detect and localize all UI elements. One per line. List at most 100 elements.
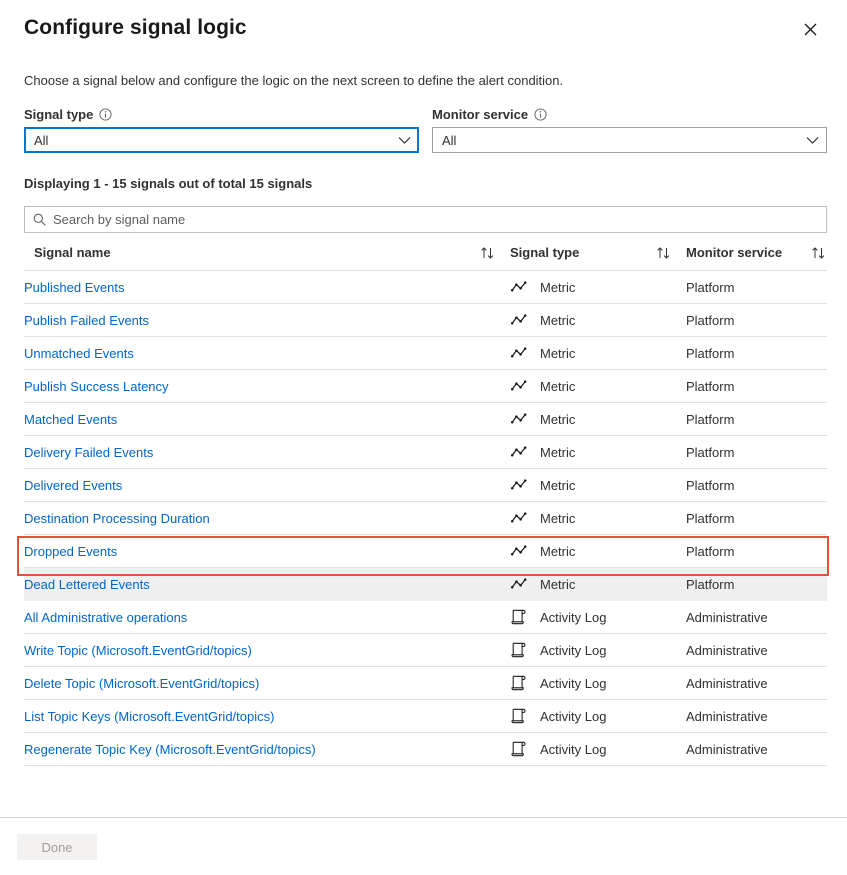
search-box[interactable] [24, 206, 827, 233]
info-icon[interactable] [534, 108, 547, 121]
cell-signal-name: Publish Success Latency [24, 370, 510, 403]
cell-monitor-service: Platform [686, 535, 827, 568]
cell-signal-name: Delivery Failed Events [24, 436, 510, 469]
table-row[interactable]: Delete Topic (Microsoft.EventGrid/topics… [24, 667, 827, 700]
cell-signal-type: Activity Log [510, 733, 686, 766]
cell-monitor-service: Platform [686, 502, 827, 535]
cell-signal-type: Metric [510, 535, 686, 568]
signal-name-link[interactable]: Dead Lettered Events [24, 577, 150, 592]
metric-chart-icon [510, 278, 528, 296]
cell-monitor-service: Administrative [686, 634, 827, 667]
signal-name-link[interactable]: Matched Events [24, 412, 117, 427]
monitor-service-dropdown[interactable]: All [432, 127, 827, 153]
close-button[interactable] [795, 16, 825, 46]
sort-arrows-icon[interactable] [656, 247, 686, 259]
signal-type-text: Activity Log [540, 709, 606, 724]
info-icon[interactable] [99, 108, 112, 121]
signal-name-link[interactable]: Unmatched Events [24, 346, 134, 361]
monitor-service-text: Platform [686, 346, 734, 361]
cell-signal-type: Metric [510, 568, 686, 601]
monitor-service-text: Administrative [686, 643, 768, 658]
signal-name-link[interactable]: Write Topic (Microsoft.EventGrid/topics) [24, 643, 252, 658]
monitor-service-text: Administrative [686, 676, 768, 691]
chevron-down-icon [398, 136, 411, 145]
cell-signal-type: Metric [510, 337, 686, 370]
search-input[interactable] [53, 207, 818, 232]
table-row[interactable]: Regenerate Topic Key (Microsoft.EventGri… [24, 733, 827, 766]
table-row[interactable]: Published EventsMetricPlatform [24, 271, 827, 304]
signal-type-text: Activity Log [540, 610, 606, 625]
metric-chart-icon [510, 377, 528, 395]
signal-type-text: Activity Log [540, 676, 606, 691]
metric-chart-icon [510, 344, 528, 362]
signal-type-dropdown[interactable]: All [24, 127, 419, 153]
column-label: Signal name [34, 245, 111, 260]
signal-name-link[interactable]: Destination Processing Duration [24, 511, 210, 526]
blade-header: Configure signal logic [0, 0, 847, 46]
table-row[interactable]: All Administrative operations Activity Lo… [24, 601, 827, 634]
signal-type-text: Metric [540, 511, 575, 526]
cell-signal-name: Publish Failed Events [24, 304, 510, 337]
chevron-down-icon [806, 136, 819, 145]
signals-table: Signal name Signal type [24, 241, 827, 766]
cell-signal-name: Dropped Events [24, 535, 510, 568]
signal-type-text: Metric [540, 445, 575, 460]
sort-arrows-icon[interactable] [480, 247, 510, 259]
cell-monitor-service: Platform [686, 337, 827, 370]
cell-signal-type: Activity Log [510, 700, 686, 733]
table-row[interactable]: Publish Failed Events Metric Platform [24, 304, 827, 337]
signal-type-value: All [34, 133, 48, 148]
signal-name-link[interactable]: Delivered Events [24, 478, 122, 493]
cell-signal-type: Metric [510, 403, 686, 436]
cell-monitor-service: Platform [686, 304, 827, 337]
metric-chart-icon [510, 311, 528, 329]
table-row[interactable]: Destination Processing Duration Metric Pla… [24, 502, 827, 535]
table-row[interactable]: List Topic Keys (Microsoft.EventGrid/top… [24, 700, 827, 733]
signal-name-link[interactable]: Publish Failed Events [24, 313, 149, 328]
table-row[interactable]: Publish Success LatencyMetricPlatform [24, 370, 827, 403]
cell-signal-type: Activity Log [510, 601, 686, 634]
table-row[interactable]: Write Topic (Microsoft.EventGrid/topics)… [24, 634, 827, 667]
cell-signal-name: Dead Lettered Events [24, 568, 510, 601]
column-header-monitor-service: Monitor service [686, 241, 827, 271]
signal-type-text: Metric [540, 544, 575, 559]
signal-name-link[interactable]: All Administrative operations [24, 610, 187, 625]
table-row[interactable]: Delivered EventsMetricPlatform [24, 469, 827, 502]
monitor-service-text: Administrative [686, 709, 768, 724]
table-row[interactable]: Dropped Events Metric Platform [24, 535, 827, 568]
signal-name-link[interactable]: Publish Success Latency [24, 379, 169, 394]
signal-type-text: Metric [540, 280, 575, 295]
column-header-signal-type: Signal type [510, 241, 686, 271]
signal-type-label-row: Signal type [24, 106, 419, 123]
monitor-service-text: Platform [686, 412, 734, 427]
signal-name-link[interactable]: Regenerate Topic Key (Microsoft.EventGri… [24, 742, 316, 757]
signal-type-text: Metric [540, 577, 575, 592]
signal-name-link[interactable]: Delete Topic (Microsoft.EventGrid/topics… [24, 676, 259, 691]
signals-table-body: Published EventsMetricPlatformPublish Fa… [24, 271, 827, 766]
table-row[interactable]: Unmatched Events MetricPlatform [24, 337, 827, 370]
signal-name-link[interactable]: Delivery Failed Events [24, 445, 153, 460]
column-label: Signal type [510, 245, 579, 260]
metric-chart-icon [510, 542, 528, 560]
search-icon [33, 213, 46, 226]
signal-type-text: Metric [540, 313, 575, 328]
column-label: Monitor service [686, 245, 782, 260]
cell-monitor-service: Platform [686, 403, 827, 436]
table-row[interactable]: Matched Events Metric Platform [24, 403, 827, 436]
signal-type-text: Metric [540, 412, 575, 427]
cell-signal-type: Metric [510, 469, 686, 502]
metric-chart-icon [510, 509, 528, 527]
sort-arrows-icon[interactable] [811, 247, 827, 259]
cell-signal-type: Activity Log [510, 667, 686, 700]
table-row[interactable]: Dead Lettered EventsMetricPlatform [24, 568, 827, 601]
cell-signal-name: Delete Topic (Microsoft.EventGrid/topics… [24, 667, 510, 700]
signal-name-link[interactable]: Dropped Events [24, 544, 117, 559]
table-row[interactable]: Delivery Failed EventsMetricPlatform [24, 436, 827, 469]
cell-signal-name: Unmatched Events [24, 337, 510, 370]
signal-name-link[interactable]: Published Events [24, 280, 124, 295]
signal-name-link[interactable]: List Topic Keys (Microsoft.EventGrid/top… [24, 709, 274, 724]
monitor-service-label-row: Monitor service [432, 106, 827, 123]
signal-type-text: Activity Log [540, 643, 606, 658]
cell-monitor-service: Platform [686, 370, 827, 403]
done-button[interactable]: Done [17, 834, 97, 860]
